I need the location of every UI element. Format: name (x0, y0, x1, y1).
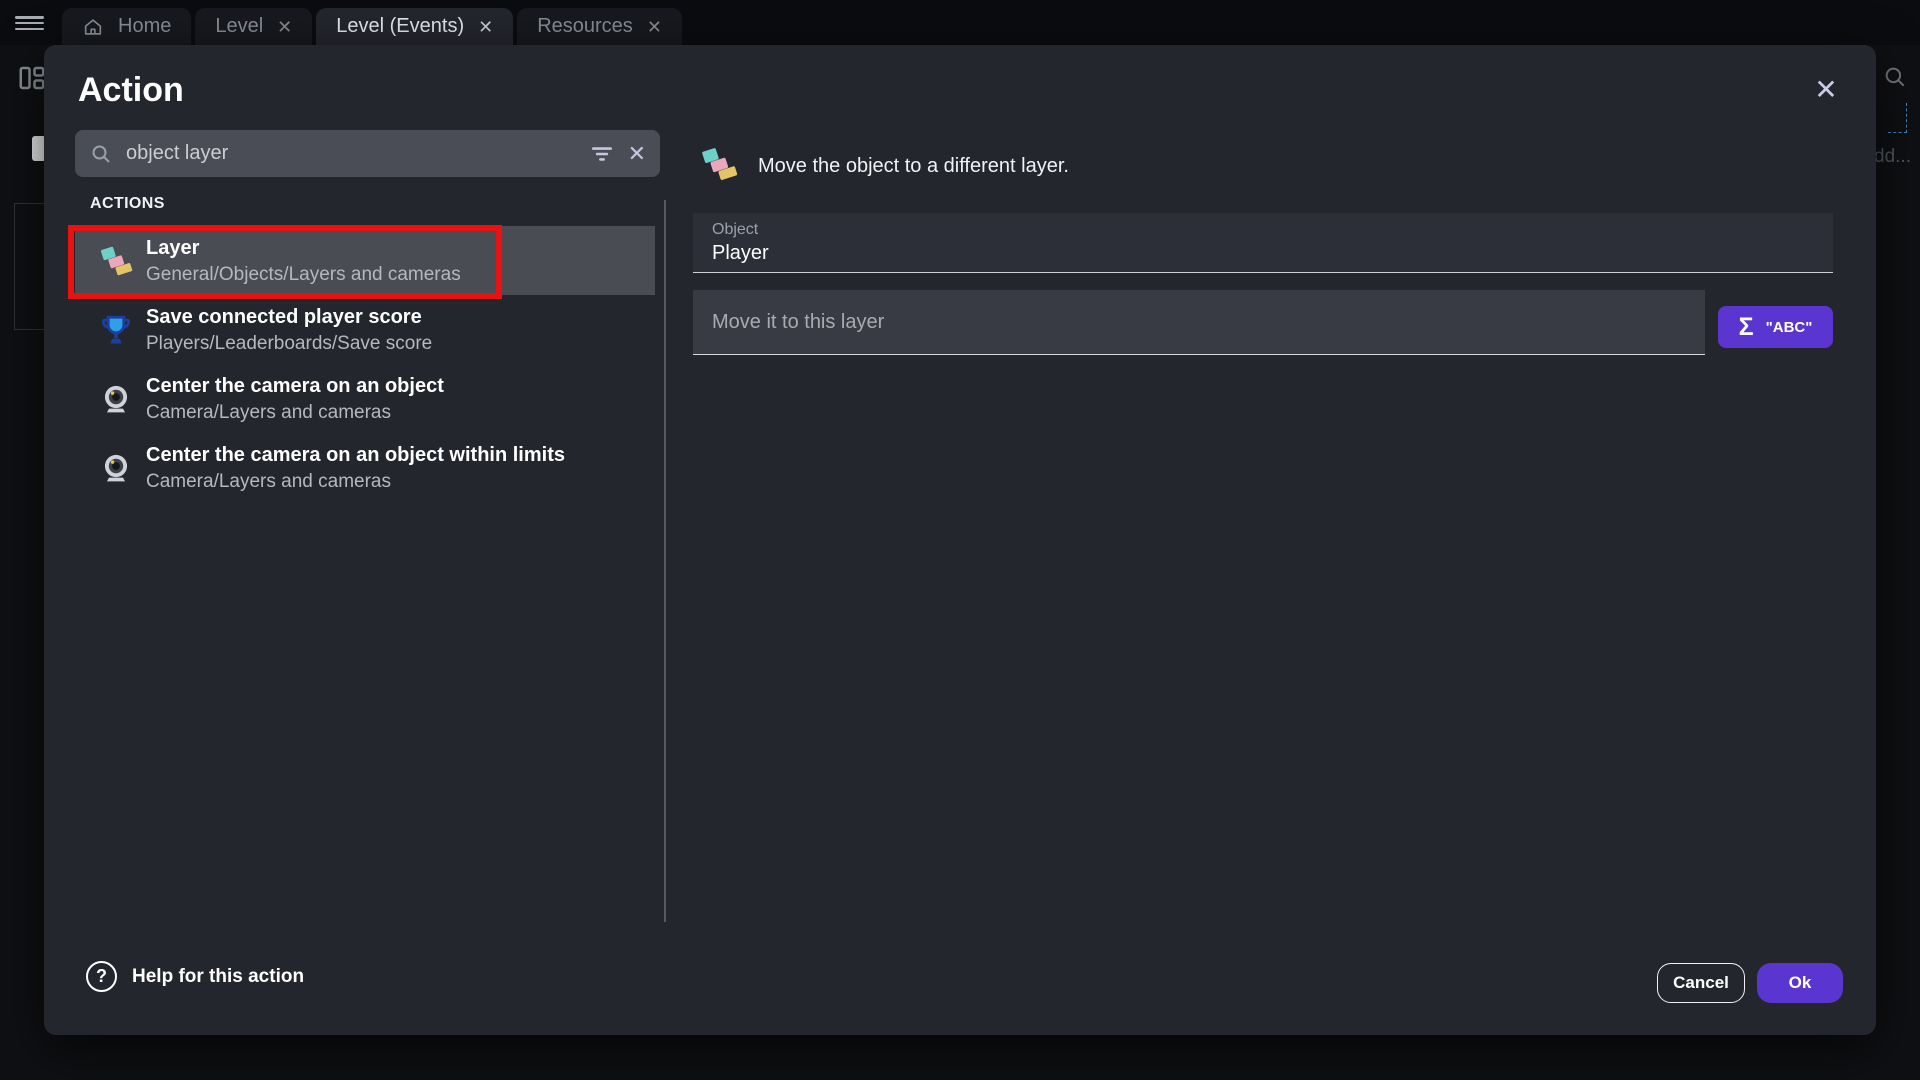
action-subtitle: Camera/Layers and cameras (146, 469, 565, 494)
list-item-save-score[interactable]: Save connected player score Players/Lead… (75, 295, 655, 364)
list-item-center-camera-limits[interactable]: Center the camera on an object within li… (75, 433, 655, 502)
list-item-layer[interactable]: Layer General/Objects/Layers and cameras (75, 226, 655, 295)
actions-section-header: ACTIONS (90, 195, 165, 213)
action-subtitle: Camera/Layers and cameras (146, 400, 444, 425)
cancel-button[interactable]: Cancel (1657, 963, 1745, 1003)
menu-icon[interactable] (15, 16, 44, 30)
help-link[interactable]: ? Help for this action (86, 961, 304, 992)
object-field[interactable]: Object (693, 213, 1833, 273)
sigma-icon: Σ (1739, 315, 1754, 340)
action-title: Center the camera on an object within li… (146, 442, 565, 469)
home-icon (82, 16, 104, 38)
tab-label: Level (Events) (336, 15, 464, 38)
expression-button-label: "ABC" (1766, 319, 1813, 336)
action-dialog: Action ✕ ✕ ACTIONS Layer General/Objects… (44, 45, 1876, 1035)
background-add-label: dd... (1874, 146, 1911, 168)
action-description: Move the object to a different layer. (758, 155, 1069, 178)
action-list: Layer General/Objects/Layers and cameras… (75, 226, 655, 502)
dialog-title: Action (78, 71, 184, 110)
list-item-center-camera[interactable]: Center the camera on an object Camera/La… (75, 364, 655, 433)
expression-editor-button[interactable]: Σ "ABC" (1718, 306, 1833, 348)
action-subtitle: Players/Leaderboards/Save score (146, 331, 432, 356)
top-tab-bar: Home Level ✕ Level (Events) ✕ Resources … (0, 0, 1920, 45)
action-search-bar: ✕ (75, 130, 660, 177)
panel-divider (664, 200, 666, 922)
clear-search-icon[interactable]: ✕ (628, 143, 646, 165)
search-icon (1882, 64, 1908, 95)
ok-button[interactable]: Ok (1757, 963, 1843, 1003)
close-icon[interactable]: ✕ (1806, 69, 1846, 109)
layers-icon (98, 243, 134, 279)
tab-level[interactable]: Level ✕ (195, 8, 312, 45)
help-icon: ? (86, 961, 117, 992)
layer-field-input[interactable] (712, 311, 1612, 334)
tab-home[interactable]: Home (62, 8, 191, 45)
action-title: Layer (146, 235, 461, 262)
action-title: Save connected player score (146, 304, 432, 331)
object-field-input[interactable] (712, 242, 1712, 265)
tab-close-icon[interactable]: ✕ (277, 18, 292, 36)
object-field-label: Object (712, 221, 1833, 239)
tab-label: Level (215, 15, 263, 38)
filter-icon[interactable] (589, 141, 615, 167)
action-description-row: Move the object to a different layer. (700, 145, 1069, 188)
events-drop-indicator (1888, 103, 1907, 133)
webcam-icon (98, 381, 134, 417)
help-label: Help for this action (132, 966, 304, 988)
search-input[interactable] (126, 142, 576, 165)
webcam-icon (98, 450, 134, 486)
trophy-icon (98, 312, 134, 348)
tab-close-icon[interactable]: ✕ (478, 18, 493, 36)
action-subtitle: General/Objects/Layers and cameras (146, 262, 461, 287)
layer-field[interactable] (693, 290, 1705, 355)
layers-icon (700, 145, 738, 188)
tab-level-events[interactable]: Level (Events) ✕ (316, 8, 513, 45)
gdevelop-app: Home Level ✕ Level (Events) ✕ Resources … (0, 0, 1920, 1080)
layout-grid-icon (17, 63, 47, 98)
action-title: Center the camera on an object (146, 373, 444, 400)
editor-tabs: Home Level ✕ Level (Events) ✕ Resources … (62, 8, 682, 45)
tab-label: Resources (537, 15, 633, 38)
tab-resources[interactable]: Resources ✕ (517, 8, 682, 45)
tab-close-icon[interactable]: ✕ (647, 18, 662, 36)
search-icon (89, 142, 113, 166)
tab-label: Home (118, 15, 171, 38)
